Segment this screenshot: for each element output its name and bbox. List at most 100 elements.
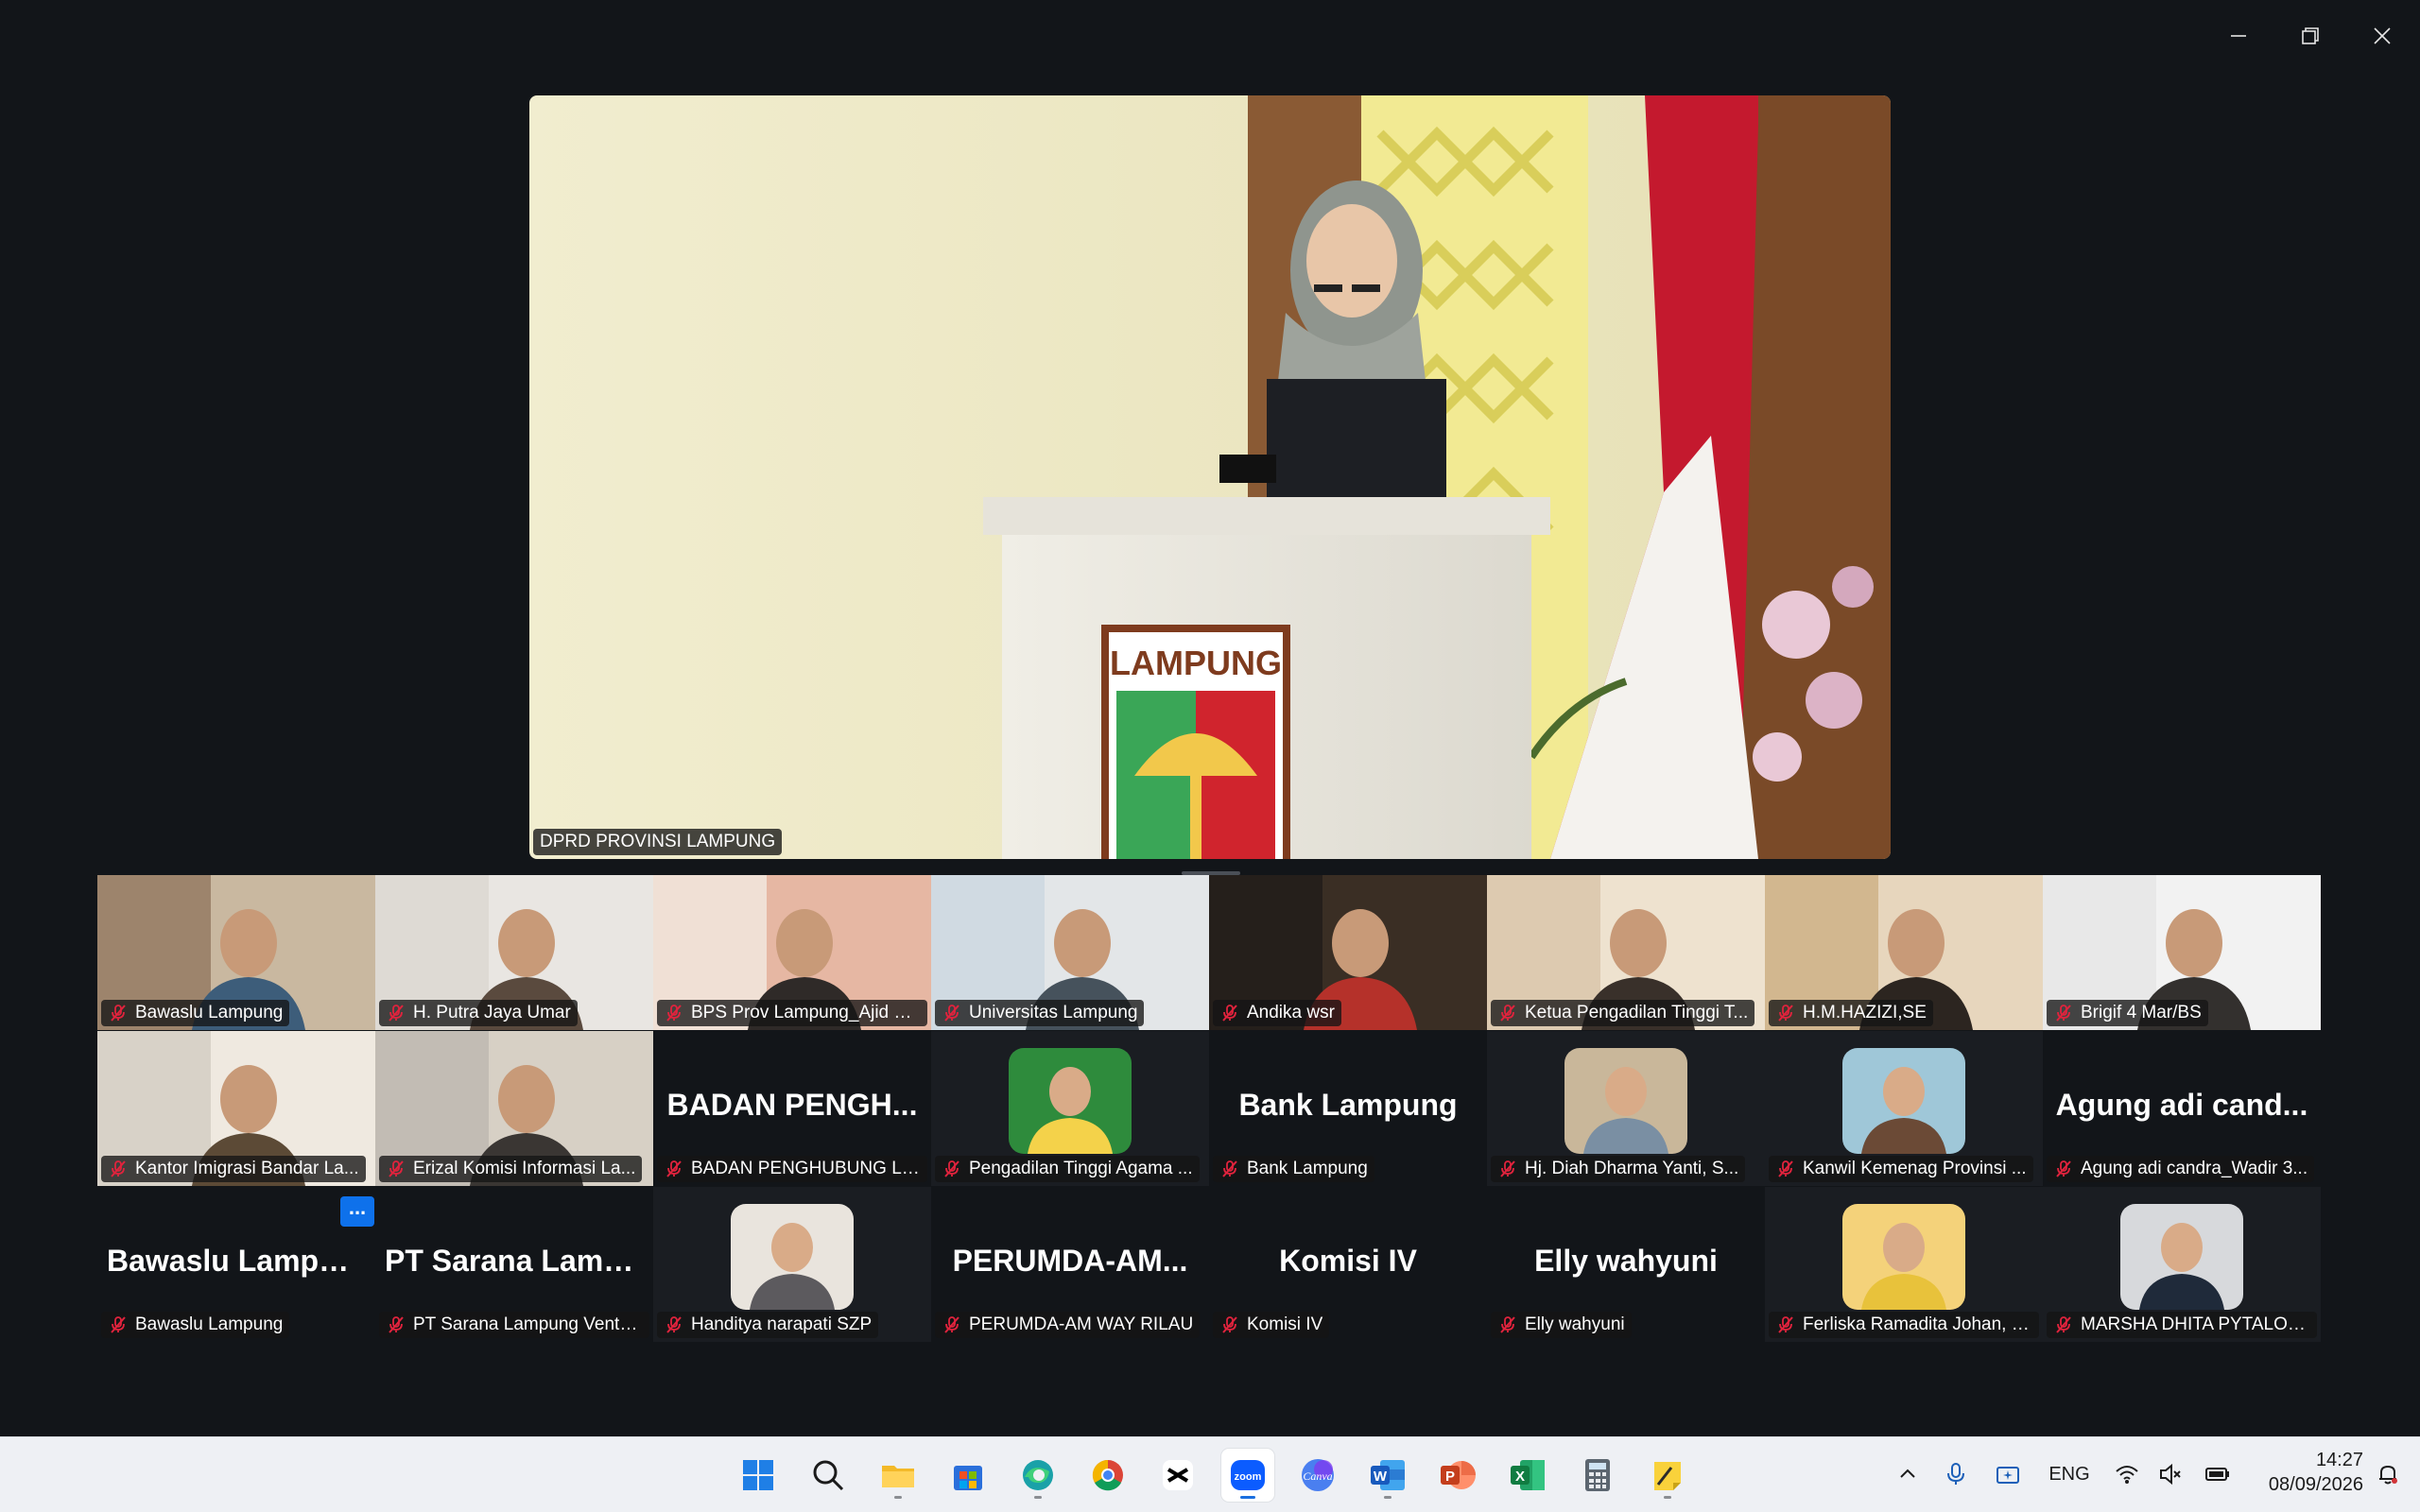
file-explorer-icon[interactable] [872,1449,925,1502]
input-language-indicator[interactable]: ENG [2046,1455,2093,1493]
participant-tile[interactable]: Ketua Pengadilan Tinggi T... [1487,875,1765,1030]
start-icon[interactable] [732,1449,785,1502]
microphone-muted-icon [1500,1316,1515,1333]
participant-tile[interactable]: Bawaslu Lampung [97,875,375,1030]
canva-icon[interactable]: Canva [1291,1449,1344,1502]
participant-name-tag: Bawaslu Lampung [101,1000,290,1026]
participant-name-label: Pengadilan Tinggi Agama ... [969,1159,1193,1178]
running-indicator [1034,1496,1042,1499]
participant-name-label: Universitas Lampung [969,1003,1138,1022]
participant-tile[interactable]: Bawaslu Lampung Bawaslu Lampung [97,1187,375,1342]
microphone-muted-icon [944,1005,959,1022]
microsoft-store-icon[interactable] [942,1449,994,1502]
participant-avatar [1842,1048,1965,1154]
participant-name-tag: Hj. Diah Dharma Yanti, S... [1491,1156,1746,1182]
participant-display-name: Bank Lampung [1238,1088,1458,1122]
participant-name-label: Kanwil Kemenag Provinsi ... [1803,1159,2027,1178]
svg-text:P: P [1445,1469,1455,1485]
microphone-muted-icon [1222,1005,1237,1022]
word-icon[interactable]: W [1361,1449,1414,1502]
participant-tile[interactable]: BPS Prov Lampung_Ajid H... [653,875,931,1030]
participant-tile[interactable]: MARSHA DHITA PYTALOK... [2043,1187,2321,1342]
participant-tile[interactable]: Andika wsr [1209,875,1487,1030]
restore-icon[interactable] [2288,13,2333,59]
participant-tile[interactable]: Brigif 4 Mar/BS [2043,875,2321,1030]
microphone-muted-icon [944,1160,959,1177]
participant-name-label: Bawaslu Lampung [135,1003,284,1022]
edge-icon[interactable] [1011,1449,1064,1502]
capcut-icon[interactable] [1151,1449,1204,1502]
screen-capture-icon[interactable] [1993,1455,2023,1493]
participant-tile[interactable]: Pengadilan Tinggi Agama ... [931,1031,1209,1186]
battery-icon[interactable] [2201,1455,2235,1493]
participant-tile[interactable]: Elly wahyuni Elly wahyuni [1487,1187,1765,1342]
participant-tile[interactable]: BADAN PENGH... BADAN PENGHUBUNG LA... [653,1031,931,1186]
wifi-icon[interactable] [2112,1455,2142,1493]
microphone-muted-icon [2056,1160,2071,1177]
participant-display-name: Bawaslu Lampung [107,1244,374,1278]
participant-tile[interactable]: Kantor Imigrasi Bandar La... [97,1031,375,1186]
participant-display-name: BADAN PENGH... [666,1088,918,1122]
system-clock[interactable]: 14:27 08/09/2026 [2250,1448,2363,1497]
participant-tile[interactable]: Erizal Komisi Informasi La... [375,1031,653,1186]
participant-name-tag: Handitya narapati SZP [657,1312,879,1338]
search-icon[interactable] [802,1449,855,1502]
participant-name-tag: Ferliska Ramadita Johan, S... [1769,1312,2039,1338]
more-options-button[interactable]: ... [340,1196,374,1227]
microphone-muted-icon [1500,1160,1515,1177]
participant-name-tag: Kanwil Kemenag Provinsi ... [1769,1156,2033,1182]
calculator-icon[interactable] [1571,1449,1624,1502]
participant-name-tag: Universitas Lampung [935,1000,1145,1026]
clock-time: 14:27 [2315,1450,2363,1470]
participant-display-name: PERUMDA-AM... [952,1244,1188,1278]
sticky-notes-icon[interactable] [1641,1449,1694,1502]
chrome-icon[interactable] [1081,1449,1134,1502]
participant-name-tag: Komisi IV [1213,1312,1330,1338]
powerpoint-icon[interactable]: P [1431,1449,1484,1502]
participant-tile[interactable]: Ferliska Ramadita Johan, S... [1765,1187,2043,1342]
participant-name-label: BADAN PENGHUBUNG LA... [691,1159,927,1178]
participant-name-tag: PERUMDA-AM WAY RILAU [935,1312,1201,1338]
participant-name-tag: Andika wsr [1213,1000,1341,1026]
speaker-muted-icon[interactable] [2155,1455,2186,1493]
participant-tile[interactable]: PT Sarana Lamp... PT Sarana Lampung Ventu… [375,1187,653,1342]
participant-name-tag: PT Sarana Lampung Ventu... [379,1312,649,1338]
participant-name-tag: Ketua Pengadilan Tinggi T... [1491,1000,1755,1026]
participant-tile[interactable]: Bank Lampung Bank Lampung [1209,1031,1487,1186]
participant-name-tag: Agung adi candra_Wadir 3... [2047,1156,2315,1182]
participant-display-name: Agung adi cand... [2055,1088,2308,1122]
participant-name-tag: Bank Lampung [1213,1156,1374,1182]
participant-display-name: PT Sarana Lamp... [385,1244,648,1278]
participant-tile[interactable]: Komisi IV Komisi IV [1209,1187,1487,1342]
participant-name-tag: H. Putra Jaya Umar [379,1000,578,1026]
participant-avatar [1009,1048,1132,1154]
participant-tile[interactable]: PERUMDA-AM... PERUMDA-AM WAY RILAU [931,1187,1209,1342]
microphone-muted-icon [111,1160,126,1177]
participant-tile[interactable]: Hj. Diah Dharma Yanti, S... [1487,1031,1765,1186]
podium-emblem-text: LAMPUNG [1110,644,1282,682]
participant-tile[interactable]: Universitas Lampung [931,875,1209,1030]
participant-tile[interactable]: H.M.HAZIZI,SE [1765,875,2043,1030]
microphone-icon[interactable] [1942,1455,1970,1493]
microphone-muted-icon [666,1005,682,1022]
active-speaker-video[interactable]: LAMPUNG DPRD PROVINSI LAMPUNG [529,95,1891,859]
participant-tile[interactable]: Agung adi cand... Agung adi candra_Wadir … [2043,1031,2321,1186]
minimize-icon[interactable] [2216,13,2261,59]
participant-name-label: Ferliska Ramadita Johan, S... [1803,1314,2039,1334]
participant-name-tag: H.M.HAZIZI,SE [1769,1000,1933,1026]
participant-tile[interactable]: Handitya narapati SZP [653,1187,931,1342]
participant-tile[interactable]: Kanwil Kemenag Provinsi ... [1765,1031,2043,1186]
excel-icon[interactable]: X [1501,1449,1554,1502]
notifications-icon[interactable] [2371,1455,2405,1493]
participant-name-label: PT Sarana Lampung Ventu... [413,1314,645,1334]
close-icon[interactable] [2360,13,2405,59]
show-hidden-icons-chevron-icon[interactable] [1894,1455,1921,1493]
microphone-muted-icon [666,1160,682,1177]
participant-name-label: Erizal Komisi Informasi La... [413,1159,636,1178]
microphone-muted-icon [1222,1160,1237,1177]
participant-display-name: Komisi IV [1279,1244,1417,1278]
participant-tile[interactable]: H. Putra Jaya Umar [375,875,653,1030]
zoom-icon[interactable]: zoom [1221,1449,1274,1502]
svg-text:X: X [1515,1469,1525,1485]
microphone-muted-icon [1778,1316,1793,1333]
